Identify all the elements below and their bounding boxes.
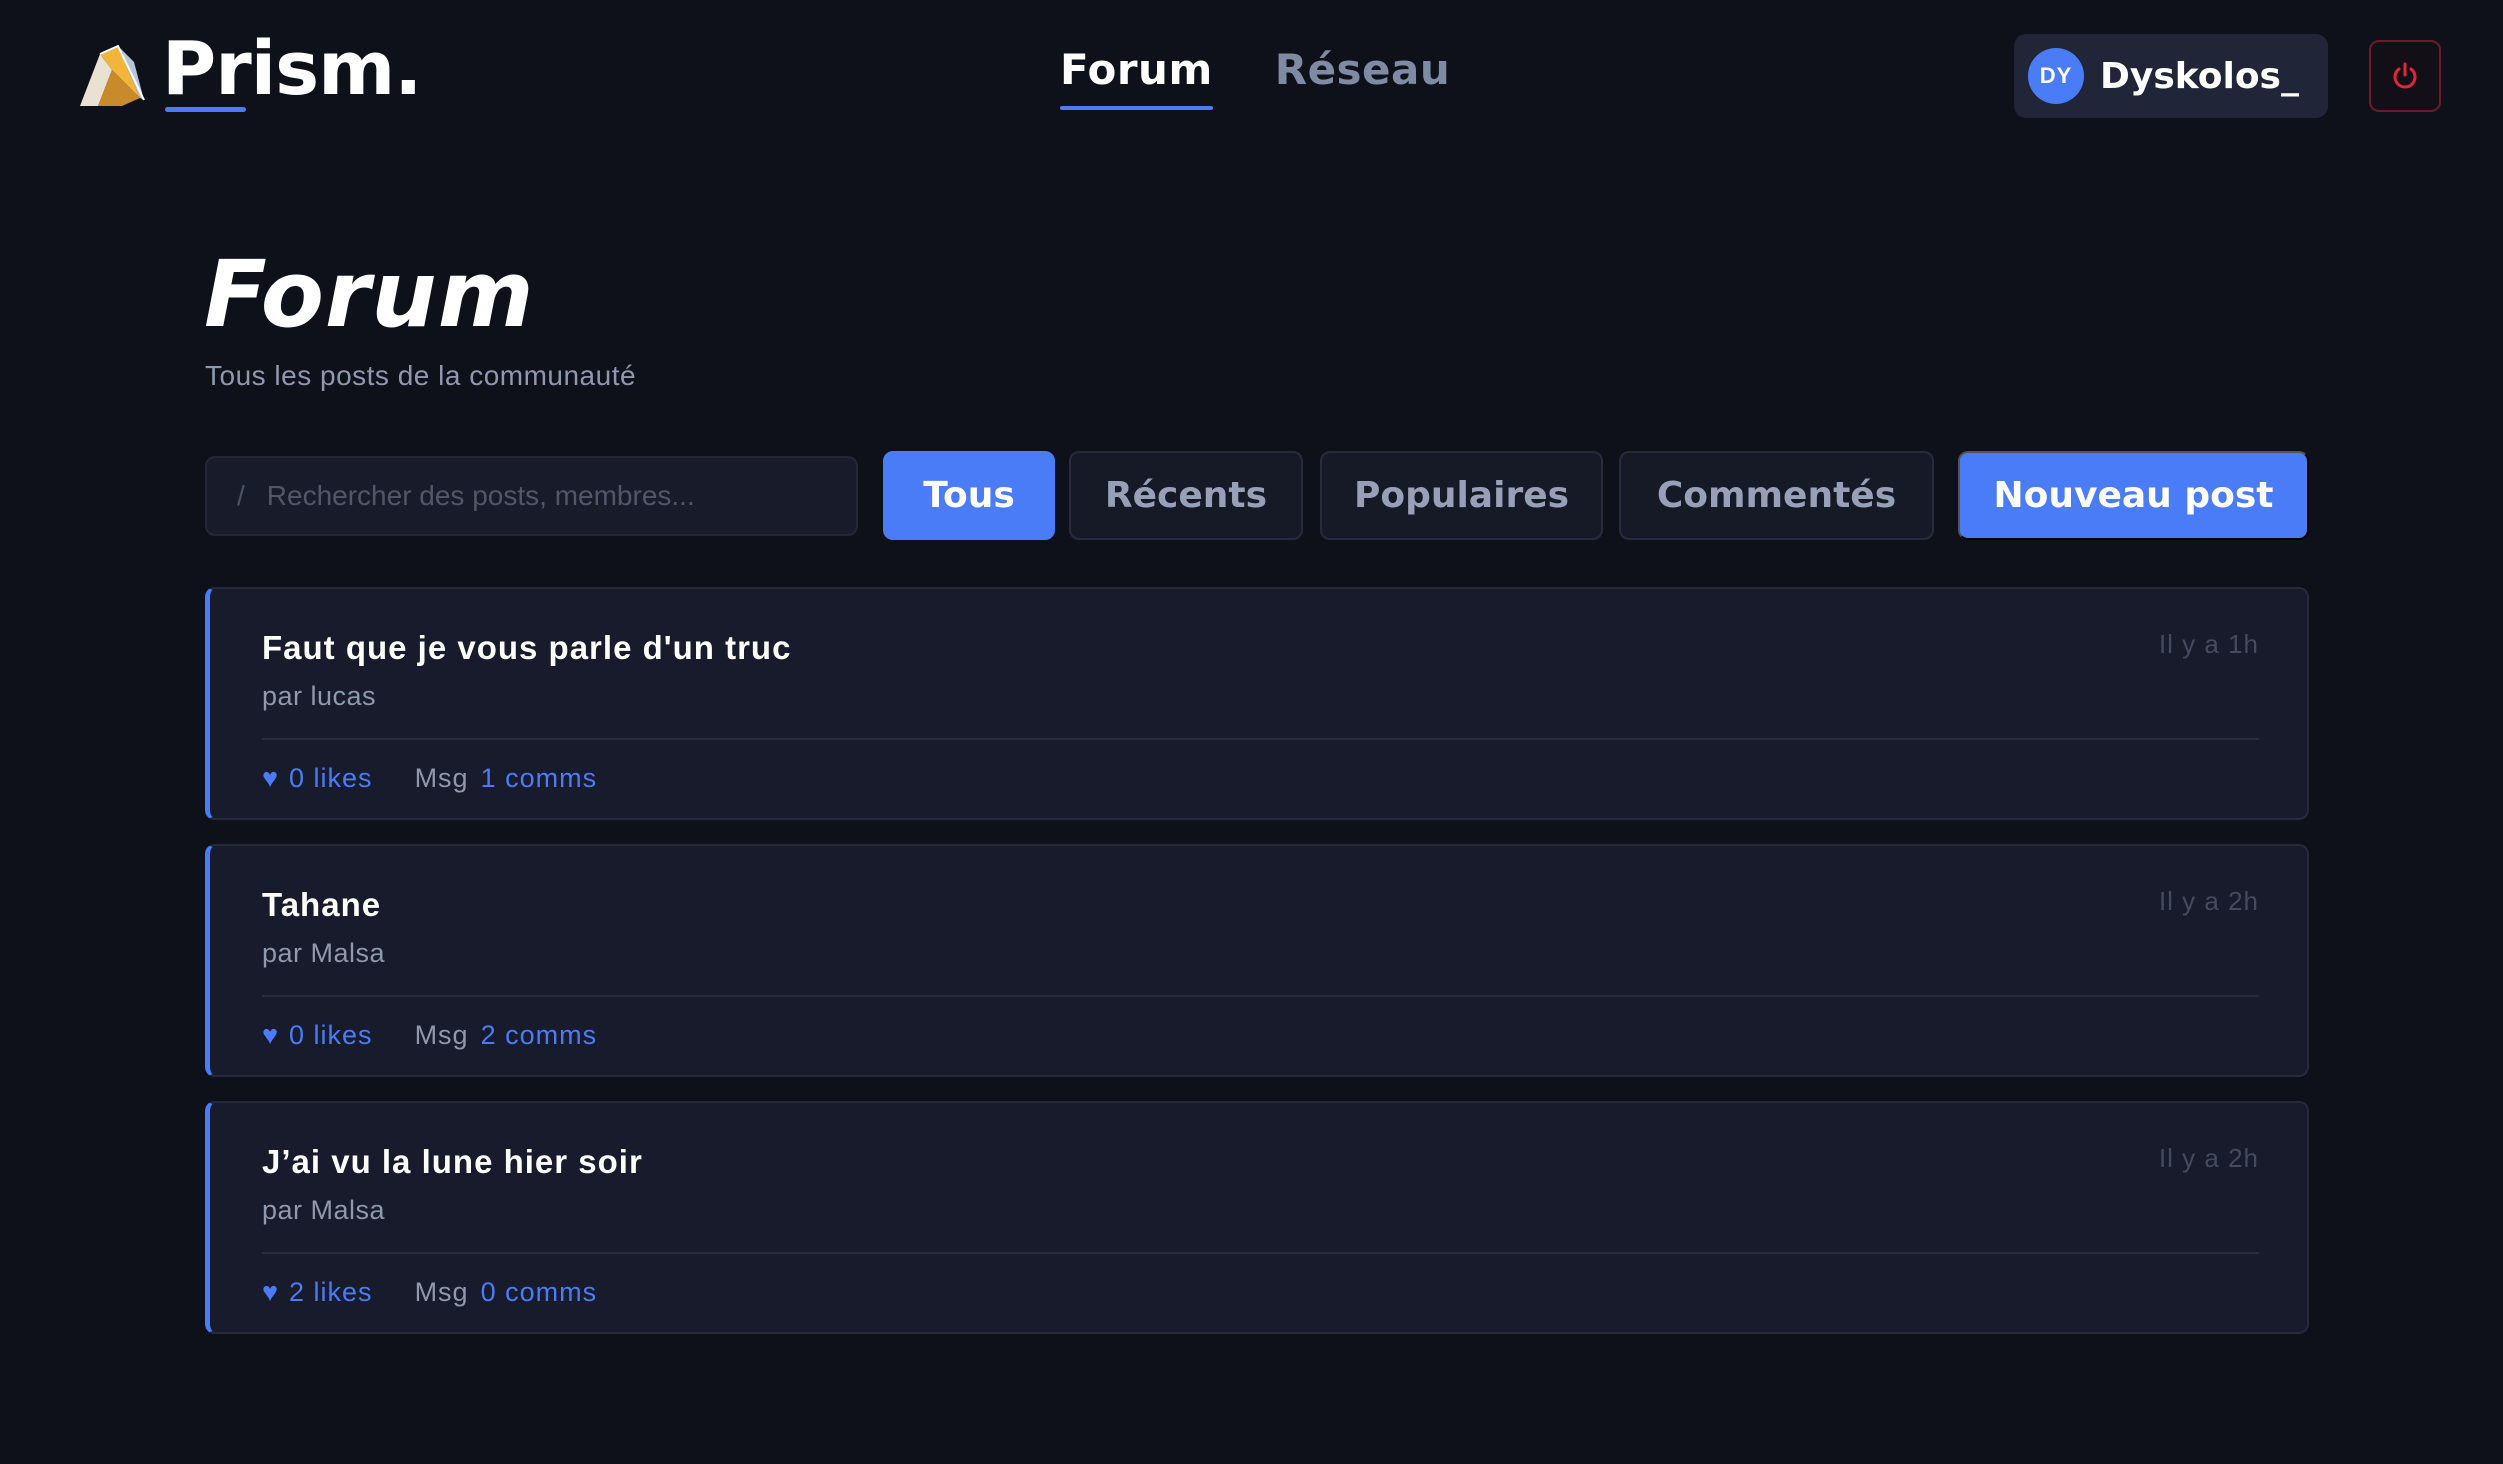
post-title: Tahane [262,886,382,923]
page-subtitle: Tous les posts de la communauté [205,360,637,391]
heart-icon: ♥ [262,1020,280,1050]
brand-underline [165,107,246,112]
post-title: J’ai vu la lune hier soir [262,1143,643,1180]
avatar: DY [2028,48,2084,104]
prism-logo-icon [80,44,145,106]
nav-item-forum[interactable]: Forum [1060,42,1213,110]
post-time: Il y a 2h [2158,886,2259,916]
likes-count: 0 likes [289,1020,373,1050]
post-card[interactable]: Faut que je vous parle d'un truc par luc… [205,587,2309,820]
post-card[interactable]: Tahane par Malsa Il y a 2h ♥ 0 likes Msg… [205,844,2309,1077]
msg-label: Msg [414,763,469,793]
top-bar: Prism. Forum Réseau DY Dyskolos_ [0,0,2503,150]
brand-name: Prism. [162,26,422,112]
post-title: Faut que je vous parle d'un truc [262,629,792,666]
likes-count: 2 likes [289,1277,373,1307]
user-menu[interactable]: DY Dyskolos_ [2014,34,2328,118]
like-button[interactable]: ♥ 2 likes [262,1277,373,1308]
post-card[interactable]: J’ai vu la lune hier soir par Malsa Il y… [205,1101,2309,1334]
logout-button[interactable] [2369,40,2441,112]
comments-link[interactable]: Msg 2 comms [415,1020,598,1051]
post-author: par Malsa [262,1195,386,1225]
post-author: par Malsa [262,938,386,968]
search-input[interactable] [266,480,827,512]
comments-count: 2 comms [480,1020,598,1050]
post-divider [262,738,2259,740]
post-meta: ♥ 0 likes Msg 1 comms [262,763,597,794]
comments-link[interactable]: Msg 0 comms [415,1277,598,1308]
msg-label: Msg [414,1020,469,1050]
main-nav: Forum Réseau [1060,42,1451,110]
heart-icon: ♥ [262,1277,280,1307]
like-button[interactable]: ♥ 0 likes [262,763,373,794]
nav-item-reseau[interactable]: Réseau [1275,42,1451,98]
filter-commentes-button[interactable]: Commentés [1619,451,1934,540]
search-box[interactable]: / [205,456,858,536]
new-post-button[interactable]: Nouveau post [1958,451,2309,540]
comments-count: 0 comms [480,1277,598,1307]
user-name: Dyskolos_ [2100,55,2299,97]
brand-dot: . [394,26,422,112]
post-author: par lucas [262,681,377,711]
heart-icon: ♥ [262,763,280,793]
post-meta: ♥ 0 likes Msg 2 comms [262,1020,597,1051]
likes-count: 0 likes [289,763,373,793]
post-divider [262,995,2259,997]
page-title: Forum [204,241,535,348]
comments-count: 1 comms [480,763,598,793]
like-button[interactable]: ♥ 0 likes [262,1020,373,1051]
comments-link[interactable]: Msg 1 comms [415,763,598,794]
post-list: Faut que je vous parle d'un truc par luc… [205,587,2309,1358]
post-time: Il y a 2h [2158,1143,2259,1173]
filter-recents-button[interactable]: Récents [1069,451,1303,540]
msg-label: Msg [414,1277,469,1307]
search-shortcut-icon: / [237,480,245,511]
filter-populaires-button[interactable]: Populaires [1320,451,1603,540]
post-meta: ♥ 2 likes Msg 0 comms [262,1277,597,1308]
power-icon [2393,62,2417,89]
filter-tous-button[interactable]: Tous [883,451,1055,540]
post-divider [262,1252,2259,1254]
brand-logo-link[interactable]: Prism. [78,26,422,120]
post-time: Il y a 1h [2158,629,2259,659]
